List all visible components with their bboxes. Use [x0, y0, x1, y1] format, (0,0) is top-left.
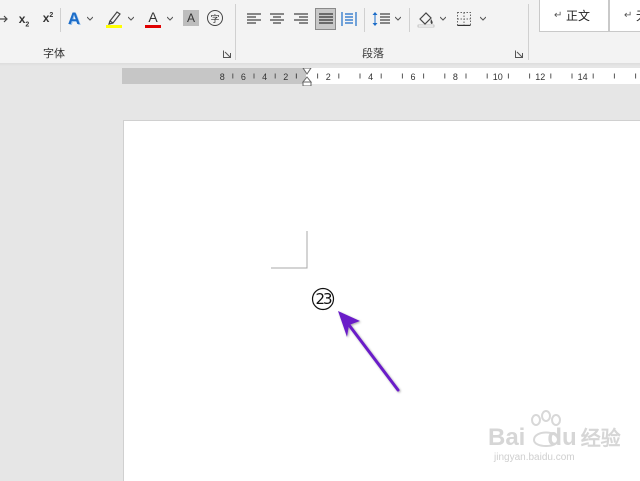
horizontal-ruler[interactable]: 2 4 6 8 2 4 6 8 10 12 14: [122, 68, 640, 86]
ruler-number: 2: [326, 72, 331, 82]
left-indent-marker[interactable]: [302, 81, 312, 86]
borders-icon: [457, 12, 471, 26]
text-effects-dropdown-icon[interactable]: [87, 16, 93, 22]
separator: [60, 8, 61, 32]
character-shading-icon: A: [186, 11, 195, 25]
text-effects-button[interactable]: A: [64, 8, 84, 30]
line-spacing-dropdown-icon[interactable]: [395, 16, 401, 22]
line-spacing-button[interactable]: [371, 10, 391, 28]
distributed-button[interactable]: [340, 10, 358, 28]
align-left-button[interactable]: [245, 10, 263, 28]
ruler-number: 4: [262, 72, 267, 82]
justify-icon: [318, 13, 333, 24]
ruler-number: 8: [453, 72, 458, 82]
highlight-button[interactable]: [104, 8, 124, 30]
ruler-number: 12: [535, 72, 545, 82]
ruler-text-area: [306, 68, 640, 84]
group-separator: [528, 4, 529, 60]
style-normal[interactable]: ↵ 正文: [539, 0, 609, 32]
align-center-icon: [270, 13, 284, 24]
separator: [409, 8, 410, 32]
shading-button[interactable]: [416, 9, 436, 29]
subscript-button[interactable]: x2: [14, 10, 34, 30]
paragraph-group-label: 段落: [362, 47, 384, 60]
line-spacing-icon: [372, 12, 390, 26]
enclosed-character-icon: 字: [207, 10, 223, 26]
paint-bucket-icon: [417, 12, 435, 28]
justify-button[interactable]: [315, 8, 336, 30]
font-dialog-launcher-icon[interactable]: [223, 50, 231, 58]
distributed-icon: [341, 12, 357, 26]
character-shading-button[interactable]: A: [183, 10, 199, 26]
shading-dropdown-icon[interactable]: [440, 16, 446, 22]
paragraph-mark-icon: ↵: [624, 10, 633, 21]
ruler-number: 10: [493, 72, 503, 82]
borders-button[interactable]: [455, 10, 473, 28]
watermark-brand: Bai du 经验: [488, 424, 621, 451]
font-group-label: 字体: [43, 47, 65, 60]
subscript-icon: x2: [18, 11, 30, 29]
highlight-color-bar: [106, 25, 122, 28]
watermark-url: jingyan.baidu.com: [494, 452, 575, 463]
enclosed-characters-button[interactable]: 字: [206, 9, 224, 27]
borders-dropdown-icon[interactable]: [480, 16, 486, 22]
font-color-icon: A: [148, 9, 158, 25]
ribbon: x2 x2 A A A 字 字体 段落 ↵ 正文 ↵: [0, 0, 640, 64]
separator: [364, 8, 365, 32]
superscript-button[interactable]: x2: [38, 8, 58, 28]
font-color-bar: [145, 25, 161, 28]
superscript-icon: x2: [42, 11, 54, 25]
text-effects-icon: A: [67, 9, 81, 28]
margin-corner-mark: [271, 231, 308, 269]
baidu-jingyan-watermark: Bai du 经验 jingyan.baidu.com: [488, 408, 638, 478]
ruler-margin-area: [122, 68, 306, 84]
ruler-number: 4: [368, 72, 373, 82]
highlighter-icon: [106, 11, 122, 28]
highlight-dropdown-icon[interactable]: [128, 16, 134, 22]
ruler-number: 6: [410, 72, 415, 82]
paragraph-mark-icon: ↵: [554, 10, 563, 21]
font-color-button[interactable]: A: [143, 8, 163, 30]
align-right-button[interactable]: [292, 10, 310, 28]
ruler-number: 8: [220, 72, 225, 82]
ruler-number: 14: [578, 72, 588, 82]
group-separator: [235, 4, 236, 60]
annotation-arrow: [338, 311, 400, 392]
ribbon-shadow: [0, 63, 640, 66]
paragraph-dialog-launcher-icon[interactable]: [515, 50, 523, 58]
style-no-spacing[interactable]: ↵ 无: [609, 0, 640, 32]
ruler-number: 2: [283, 72, 288, 82]
clear-format-icon[interactable]: [0, 10, 10, 28]
font-color-dropdown-icon[interactable]: [167, 16, 173, 22]
align-center-button[interactable]: [268, 10, 286, 28]
ruler-number: 6: [241, 72, 246, 82]
align-right-icon: [294, 13, 308, 24]
align-left-icon: [247, 13, 261, 24]
